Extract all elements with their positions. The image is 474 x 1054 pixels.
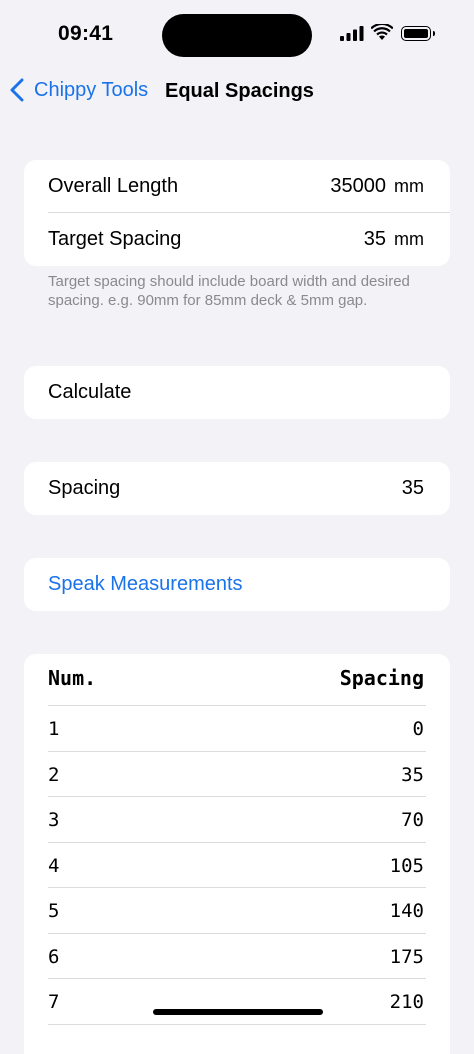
row-number: 6 xyxy=(48,945,60,968)
row-spacing-value: 105 xyxy=(389,854,424,877)
target-spacing-label: Target Spacing xyxy=(48,228,182,250)
row-spacing-value: 140 xyxy=(389,900,424,922)
row-number: 2 xyxy=(48,763,60,786)
overall-length-field[interactable]: 35000 xyxy=(330,175,386,198)
speak-measurements-label: Speak Measurements xyxy=(48,573,243,595)
column-header-spacing: Spacing xyxy=(339,666,424,690)
calculate-button-label: Calculate xyxy=(48,381,132,403)
status-time: 09:41 xyxy=(58,22,114,45)
row-spacing-value: 70 xyxy=(401,809,424,831)
column-header-num: Num. xyxy=(48,666,97,690)
table-row: 3 70 xyxy=(24,797,450,843)
dynamic-island xyxy=(162,14,312,57)
row-spacing-value: 0 xyxy=(412,718,424,740)
row-spacing-value: 35 xyxy=(401,763,424,786)
target-spacing-unit: mm xyxy=(394,229,424,249)
result-spacing-value: 35 xyxy=(401,477,424,499)
row-spacing-value: 175 xyxy=(389,945,424,968)
target-spacing-hint: Target spacing should include board widt… xyxy=(48,273,410,309)
navigation-bar: Chippy Tools Equal Spacings xyxy=(0,70,474,114)
target-spacing-field[interactable]: 35 xyxy=(364,228,386,251)
spacing-table: Num. Spacing 1 0 2 35 3 70 4 105 5 140 6 175 7 210 xyxy=(24,654,450,1054)
calculate-button[interactable]: Calculate xyxy=(24,366,450,419)
overall-length-label: Overall Length xyxy=(48,175,179,197)
row-number: 4 xyxy=(48,854,60,877)
battery-icon xyxy=(401,26,435,41)
home-indicator xyxy=(153,1009,323,1015)
page-title: Equal Spacings xyxy=(165,80,314,102)
overall-length-unit: mm xyxy=(394,176,424,196)
table-row: 10 xyxy=(24,706,450,752)
row-number: 1 xyxy=(48,718,60,740)
back-button-label: Chippy Tools xyxy=(34,78,149,101)
overall-length-row: Overall Length 35000 mm xyxy=(24,160,450,213)
table-row: 2 35 xyxy=(24,752,450,797)
table-row: 6 175 xyxy=(24,934,450,979)
input-card: Overall Length 35000 mm Target Spacing 3… xyxy=(24,160,450,266)
status-bar: 09:41 xyxy=(0,0,474,70)
row-number: 5 xyxy=(48,900,60,922)
wifi-icon xyxy=(371,24,393,40)
speak-measurements-button[interactable]: Speak Measurements xyxy=(24,558,450,611)
target-spacing-row: Target Spacing 35 mm xyxy=(24,213,450,266)
result-card: Spacing 35 xyxy=(24,462,450,515)
back-button[interactable]: Chippy Tools xyxy=(10,78,148,102)
table-header: Num. Spacing xyxy=(24,654,450,706)
table-row: 7 210 xyxy=(24,979,450,1025)
row-number: 7 xyxy=(48,991,60,1013)
table-row: 4 105 xyxy=(24,843,450,888)
result-spacing-label: Spacing xyxy=(48,477,121,499)
cellular-signal-icon xyxy=(340,26,364,41)
row-number: 3 xyxy=(48,809,60,831)
row-spacing-value: 210 xyxy=(389,991,424,1013)
table-row: 5 140 xyxy=(24,888,450,934)
chevron-left-icon xyxy=(10,78,24,102)
